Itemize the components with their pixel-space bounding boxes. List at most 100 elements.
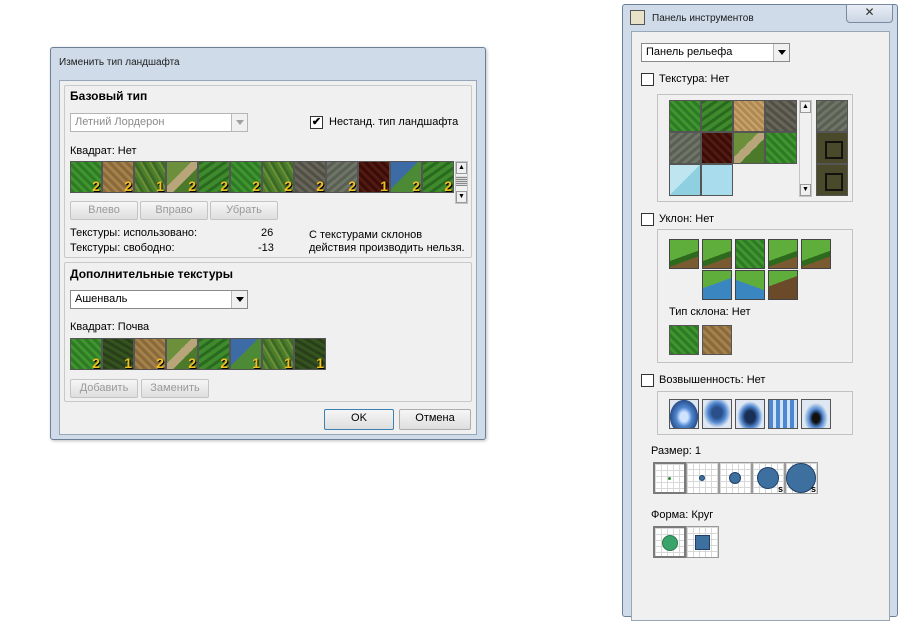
texture-scrollbar[interactable]: ▲ ▼ <box>799 100 812 197</box>
used-value: 26 <box>261 227 274 239</box>
palette-tile-9[interactable] <box>701 164 733 196</box>
base-square-label: Квадрат: Нет <box>70 145 137 157</box>
scroll-thumb[interactable] <box>456 176 467 186</box>
plateau-icon[interactable] <box>735 399 765 429</box>
shape-square-button[interactable] <box>686 526 719 558</box>
size-dot-icon <box>729 472 741 484</box>
tile-count: 2 <box>188 178 196 193</box>
ramp-down-icon[interactable] <box>669 239 699 269</box>
noise-icon[interactable] <box>768 399 798 429</box>
base-tile-9[interactable]: 1 <box>358 161 390 193</box>
extra-tile-1[interactable]: 1 <box>102 338 134 370</box>
custom-terrain-label: Нестанд. тип ландшафта <box>329 116 459 128</box>
base-tile-11[interactable]: 2 <box>422 161 454 193</box>
base-tile-scrollbar[interactable]: ▲ ▼ <box>455 161 468 204</box>
replace-button[interactable]: Заменить <box>141 379 209 398</box>
base-tile-5[interactable]: 2 <box>230 161 262 193</box>
panel-mode-select[interactable]: Панель рельефа <box>641 43 790 62</box>
free-label: Текстуры: свободно: <box>70 242 175 254</box>
tile-count: 2 <box>124 178 132 193</box>
water-ramp-alt-icon[interactable] <box>735 270 765 300</box>
chevron-down-icon <box>231 291 247 308</box>
side-tile-1[interactable] <box>816 132 848 164</box>
base-tile-7[interactable]: 2 <box>294 161 326 193</box>
shape-label: Форма: Круг <box>651 509 714 521</box>
size-4-button[interactable]: s <box>752 462 785 494</box>
palette-tile-0[interactable] <box>669 100 701 132</box>
palette-tile-8[interactable] <box>669 164 701 196</box>
side-tile-2[interactable] <box>816 164 848 196</box>
extra-square-label: Квадрат: Почва <box>70 321 150 333</box>
custom-terrain-checkbox[interactable]: ✔ <box>310 116 323 129</box>
extra-textures-heading: Дополнительные текстуры <box>70 267 233 281</box>
scroll-down-icon[interactable]: ▼ <box>800 184 811 196</box>
size-dot-icon <box>699 475 705 481</box>
height-palette <box>657 391 853 435</box>
base-tile-8[interactable]: 2 <box>326 161 358 193</box>
slope-checkbox[interactable] <box>641 213 654 226</box>
palette-tile-2[interactable] <box>733 100 765 132</box>
scroll-up-icon[interactable]: ▲ <box>456 162 467 174</box>
size-1-button[interactable] <box>653 462 686 494</box>
extra-tile-2[interactable]: 2 <box>134 338 166 370</box>
size-4-suffix: s <box>777 484 783 494</box>
slope-note-line2: действия производить нельзя. <box>309 242 465 254</box>
size-3-button[interactable] <box>719 462 752 494</box>
tile-count: 1 <box>156 178 164 193</box>
extra-tileset-select[interactable]: Ашенваль <box>70 290 248 309</box>
extra-tile-4[interactable]: 2 <box>198 338 230 370</box>
height-label: Возвышенность: Нет <box>659 374 766 386</box>
size-dot-icon <box>668 477 671 480</box>
slope-type-grass[interactable] <box>669 325 699 355</box>
slope-type-dirt[interactable] <box>702 325 732 355</box>
shape-circle-button[interactable] <box>653 526 686 558</box>
move-left-button[interactable]: Влево <box>70 201 138 220</box>
panel-mode-value: Панель рельефа <box>646 46 733 58</box>
tile-count: 1 <box>124 355 132 370</box>
scroll-down-icon[interactable]: ▼ <box>456 191 467 203</box>
scroll-up-icon[interactable]: ▲ <box>800 101 811 113</box>
raise-icon[interactable] <box>669 399 699 429</box>
ramp-up-icon[interactable] <box>768 239 798 269</box>
smooth-icon[interactable] <box>801 399 831 429</box>
size-5-button[interactable]: s <box>785 462 818 494</box>
base-tile-0[interactable]: 2 <box>70 161 102 193</box>
base-tile-3[interactable]: 2 <box>166 161 198 193</box>
cancel-button[interactable]: Отмена <box>399 409 471 430</box>
extra-tile-0[interactable]: 2 <box>70 338 102 370</box>
palette-tile-3[interactable] <box>765 100 797 132</box>
slope-label: Уклон: Нет <box>659 213 715 225</box>
base-tileset-select[interactable]: Летний Лордерон <box>70 113 248 132</box>
base-tile-10[interactable]: 2 <box>390 161 422 193</box>
extra-tile-5[interactable]: 1 <box>230 338 262 370</box>
remove-button[interactable]: Убрать <box>210 201 278 220</box>
extra-tileset-value: Ашенваль <box>75 293 128 305</box>
extra-tile-3[interactable]: 2 <box>166 338 198 370</box>
palette-tile-4[interactable] <box>669 132 701 164</box>
extra-tile-7[interactable]: 1 <box>294 338 326 370</box>
add-button[interactable]: Добавить <box>70 379 138 398</box>
palette-tile-5[interactable] <box>701 132 733 164</box>
ok-button[interactable]: OK <box>324 409 394 430</box>
extra-tile-6[interactable]: 1 <box>262 338 294 370</box>
ramp-down-right-icon[interactable] <box>702 239 732 269</box>
palette-tile-6[interactable] <box>733 132 765 164</box>
move-right-button[interactable]: Вправо <box>140 201 208 220</box>
cliff-ramp-icon[interactable] <box>768 270 798 300</box>
texture-checkbox[interactable] <box>641 73 654 86</box>
lower-icon[interactable] <box>702 399 732 429</box>
dialog-body: Базовый тип Летний Лордерон ✔ Нестанд. т… <box>59 80 477 435</box>
height-checkbox[interactable] <box>641 374 654 387</box>
size-2-button[interactable] <box>686 462 719 494</box>
palette-tile-1[interactable] <box>701 100 733 132</box>
base-tile-1[interactable]: 2 <box>102 161 134 193</box>
flat-grass-icon[interactable] <box>735 239 765 269</box>
ramp-up-right-icon[interactable] <box>801 239 831 269</box>
side-tile-0[interactable] <box>816 100 848 132</box>
base-tile-2[interactable]: 1 <box>134 161 166 193</box>
base-tile-4[interactable]: 2 <box>198 161 230 193</box>
water-ramp-icon[interactable] <box>702 270 732 300</box>
palette-tile-7[interactable] <box>765 132 797 164</box>
close-icon[interactable]: ✕ <box>846 4 893 23</box>
base-tile-6[interactable]: 2 <box>262 161 294 193</box>
